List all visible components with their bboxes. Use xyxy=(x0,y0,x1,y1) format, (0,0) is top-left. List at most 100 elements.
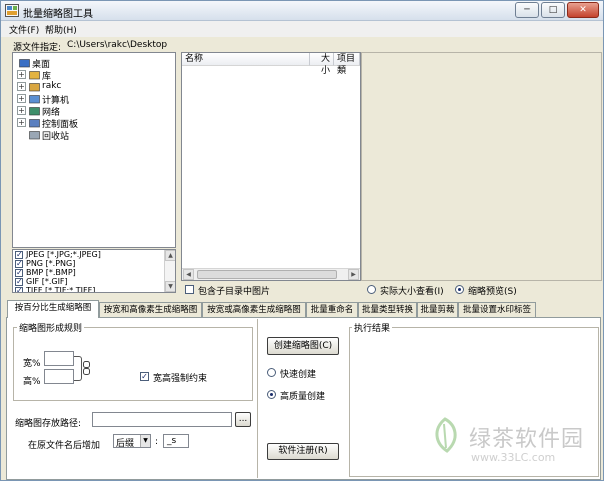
scroll-up-icon[interactable]: ▲ xyxy=(165,250,175,261)
tree-item[interactable]: + 计算机 xyxy=(13,93,173,106)
fast-create-label: 快速创建 xyxy=(280,370,317,380)
lock-ratio-label: 宽高强制约束 xyxy=(153,374,208,384)
browse-button[interactable]: ... xyxy=(235,412,251,427)
actual-size-radio[interactable] xyxy=(367,285,376,294)
thumbnail-preview-radio[interactable] xyxy=(455,285,464,294)
minimize-button[interactable]: ─ xyxy=(515,2,539,18)
suffix-input[interactable]: _s xyxy=(163,434,189,448)
maximize-button[interactable]: □ xyxy=(541,2,565,18)
dropdown-arrow-icon[interactable]: ▼ xyxy=(140,435,150,447)
expand-icon[interactable]: + xyxy=(17,94,26,103)
create-thumbnails-button[interactable]: 创建缩略图(C) xyxy=(267,337,339,355)
tree-item[interactable]: + 控制面板 xyxy=(13,117,173,130)
tree-item-label: 回收站 xyxy=(42,132,70,142)
column-type[interactable]: 项目類 xyxy=(334,53,360,76)
filetype-label: TIFF [*.TIF;*.TIFF] xyxy=(26,286,96,293)
filetype-label: BMP [*.BMP] xyxy=(26,268,76,277)
save-path-input[interactable] xyxy=(92,412,232,427)
tab-6[interactable]: 批量剪裁 xyxy=(417,302,458,317)
height-label: 高% xyxy=(23,377,41,387)
app-icon xyxy=(5,4,19,17)
width-label: 宽% xyxy=(23,359,41,369)
menu-file[interactable]: 文件(F) xyxy=(9,23,39,36)
include-subdirs-label: 包含子目录中图片 xyxy=(198,287,271,297)
computer-icon xyxy=(29,95,40,104)
tree-item[interactable]: 桌面 xyxy=(13,57,173,70)
register-button[interactable]: 软件注册(R) xyxy=(267,443,339,460)
recycle-bin-icon xyxy=(29,131,40,140)
link-bracket xyxy=(74,356,82,381)
scroll-thumb[interactable] xyxy=(197,270,337,279)
filetype-list[interactable]: ✓ JPEG [*.JPG;*.JPEG] ✓ PNG [*.PNG] ✓ BMP [*.… xyxy=(12,249,176,293)
menu-bar: 文件(F) 帮助(H) xyxy=(1,21,603,37)
source-path: C:\Users\rakc\Desktop xyxy=(67,40,168,50)
tab-2[interactable]: 按宽和高像素生成缩略图 xyxy=(99,302,202,317)
save-path-label: 缩略图存放路径: xyxy=(15,419,82,429)
filetype-scrollbar[interactable]: ▲ ▼ xyxy=(164,250,175,292)
tree-item[interactable]: + 网络 xyxy=(13,105,173,118)
library-icon xyxy=(29,71,40,80)
quality-create-radio[interactable] xyxy=(267,390,276,399)
filetype-checkbox[interactable]: ✓ xyxy=(15,269,23,277)
filetype-checkbox[interactable]: ✓ xyxy=(15,260,23,268)
file-list-hscrollbar[interactable]: ◀ ▶ xyxy=(182,268,360,280)
divider xyxy=(257,319,258,478)
preview-panel xyxy=(361,52,602,281)
expand-icon[interactable]: + xyxy=(17,118,26,127)
filetype-checkbox[interactable]: ✓ xyxy=(15,287,23,292)
watermark-leaf-icon xyxy=(435,417,457,453)
control-panel-icon xyxy=(29,119,40,128)
rules-group-title: 缩略图形成规则 xyxy=(17,321,85,334)
suffix-label: 在原文件名后增加 xyxy=(28,441,101,451)
height-input[interactable] xyxy=(44,369,74,384)
scroll-right-icon[interactable]: ▶ xyxy=(348,269,359,280)
watermark-url: www.33LC.com xyxy=(471,451,556,464)
filetype-label: GIF [*.GIF] xyxy=(26,277,68,286)
network-icon xyxy=(29,107,40,116)
tab-5[interactable]: 批量类型转换 xyxy=(358,302,417,317)
expand-icon[interactable]: + xyxy=(17,106,26,115)
include-subdirs-checkbox[interactable] xyxy=(185,285,194,294)
column-size[interactable]: 大小 xyxy=(310,53,334,76)
tab-1[interactable]: 按百分比生成缩略图 xyxy=(7,300,99,318)
suffix-value: _s xyxy=(167,436,177,446)
colon-separator: : xyxy=(155,437,159,447)
lock-ratio-checkbox[interactable]: ✓ xyxy=(140,372,149,381)
desktop-icon xyxy=(19,59,30,68)
actual-size-label: 实际大小查看(I) xyxy=(380,287,444,297)
user-folder-icon xyxy=(29,83,40,92)
expand-icon[interactable]: + xyxy=(17,70,26,79)
scroll-down-icon[interactable]: ▼ xyxy=(165,281,175,292)
width-input[interactable] xyxy=(44,351,74,366)
tab-4[interactable]: 批量重命名 xyxy=(306,302,358,317)
filetype-checkbox[interactable]: ✓ xyxy=(15,251,23,259)
suffix-mode-value: 后缀 xyxy=(116,439,135,449)
main-window: 批量缩略图工具 ─ □ ✕ 文件(F) 帮助(H) 源文件指定: C:\User… xyxy=(0,0,604,481)
menu-help[interactable]: 帮助(H) xyxy=(45,23,77,36)
expand-icon[interactable]: + xyxy=(17,82,26,91)
window-title: 批量缩略图工具 xyxy=(23,9,93,20)
watermark-brand: 绿茶软件园 xyxy=(469,427,585,452)
title-bar[interactable]: 批量缩略图工具 ─ □ ✕ xyxy=(1,1,603,21)
filetype-checkbox[interactable]: ✓ xyxy=(15,278,23,286)
file-list[interactable]: 名称 大小 项目類 ◀ ▶ xyxy=(181,52,361,281)
column-name[interactable]: 名称 xyxy=(182,53,310,66)
scroll-left-icon[interactable]: ◀ xyxy=(183,269,194,280)
close-button[interactable]: ✕ xyxy=(567,2,599,18)
suffix-mode-select[interactable]: 后缀 ▼ xyxy=(113,434,151,449)
tab-3[interactable]: 按宽或高像素生成缩略图 xyxy=(202,302,306,317)
tree-item[interactable]: + 库 xyxy=(13,69,173,82)
tab-7[interactable]: 批量设置水印标签 xyxy=(458,302,536,317)
filetype-item[interactable]: ✓ TIFF [*.TIF;*.TIFF] xyxy=(15,286,161,293)
tree-item[interactable]: + rakc xyxy=(13,81,173,93)
tree-item-label: rakc xyxy=(42,81,62,91)
tree-item[interactable]: 回收站 xyxy=(13,129,173,142)
thumbnail-preview-label: 缩略预览(S) xyxy=(468,287,517,297)
result-title: 执行结果 xyxy=(352,321,393,334)
filetype-label: JPEG [*.JPG;*.JPEG] xyxy=(26,250,101,259)
quality-create-label: 高质量创建 xyxy=(280,392,326,402)
fast-create-radio[interactable] xyxy=(267,368,276,377)
filetype-label: PNG [*.PNG] xyxy=(26,259,76,268)
chain-link-icon xyxy=(83,361,90,375)
folder-tree[interactable]: 桌面 + 库 + rakc + 计算机 + 网络 + 控制面板 回收站 xyxy=(12,52,176,248)
